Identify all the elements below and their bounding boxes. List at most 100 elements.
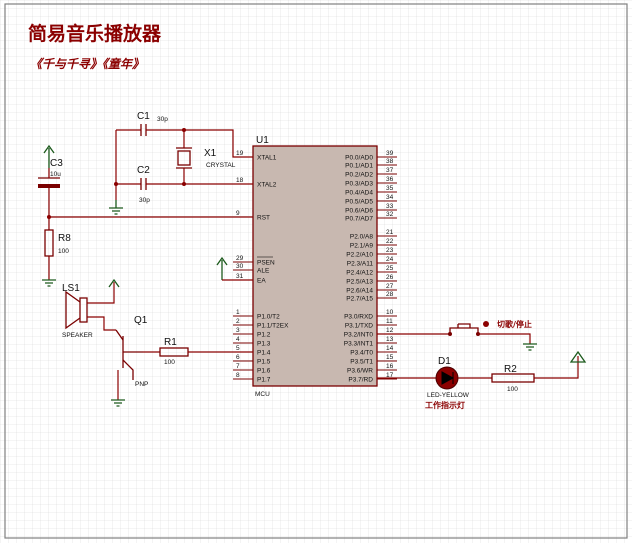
pin-name: P3.0/RXD — [344, 314, 373, 321]
q1-value: PNP — [135, 381, 148, 388]
pin-number: 39 — [386, 150, 394, 157]
pin-name: P1.4 — [257, 350, 271, 357]
pin-name: P0.2/AD2 — [345, 172, 373, 179]
r8-ref: R8 — [58, 233, 71, 244]
pin-number: 1 — [236, 309, 240, 316]
q1-ref: Q1 — [134, 315, 148, 326]
c2-ref: C2 — [137, 165, 150, 176]
pin-number: 35 — [386, 185, 394, 192]
r2-value: 100 — [507, 386, 518, 393]
pin-number: 19 — [236, 150, 244, 157]
pin-name: P1.6 — [257, 368, 271, 375]
pin-name: P3.2/INT0 — [344, 332, 374, 339]
r1-value: 100 — [164, 359, 175, 366]
pin-name: P2.4/A12 — [346, 270, 373, 277]
mcu-value: MCU — [255, 391, 270, 398]
junction-dot — [182, 128, 186, 132]
mcu-ref: U1 — [256, 135, 269, 146]
page-subtitle: 《千与千寻》《童年》 — [30, 57, 144, 71]
switch-label: 切歌/停止 — [497, 319, 532, 329]
pin-number: 22 — [386, 238, 394, 245]
pin-name: PSEN — [257, 260, 275, 267]
pin-number: 29 — [236, 255, 244, 262]
pin-number: 31 — [236, 273, 244, 280]
pin-number: 26 — [386, 274, 394, 281]
pin-name: P3.7/RD — [348, 377, 373, 384]
pin-name: P0.5/AD5 — [345, 199, 373, 206]
pin-number: 25 — [386, 265, 394, 272]
pin-name: P2.3/A11 — [347, 261, 374, 268]
pin-number: 12 — [386, 327, 394, 334]
pin-name: P3.3/INT1 — [344, 341, 374, 348]
r8-value: 100 — [58, 248, 69, 255]
pin-name: XTAL2 — [257, 182, 277, 189]
pin-number: 3 — [236, 327, 240, 334]
pin-name: P1.5 — [257, 359, 271, 366]
pin-name: P3.6/WR — [347, 368, 373, 375]
pin-number: 6 — [236, 354, 240, 361]
x1-ref: X1 — [204, 148, 217, 159]
c3-value: 10u — [50, 171, 61, 178]
c1-value: 30p — [157, 116, 168, 123]
pin-number: 4 — [236, 336, 240, 343]
pin-number: 18 — [236, 177, 244, 184]
r1-ref: R1 — [164, 337, 177, 348]
pin-number: 10 — [386, 309, 394, 316]
pin-number: 32 — [386, 211, 394, 218]
pin-number: 8 — [236, 372, 240, 379]
pin-number: 28 — [386, 291, 394, 298]
pin-name: P3.1/TXD — [345, 323, 373, 330]
pin-name: EA — [257, 278, 266, 285]
pin-name: P0.6/AD6 — [345, 208, 373, 215]
pin-number: 38 — [386, 158, 394, 165]
pin-number: 34 — [386, 194, 394, 201]
pin-number: 15 — [386, 354, 394, 361]
pin-number: 24 — [386, 256, 394, 263]
c1-ref: C1 — [137, 111, 150, 122]
pin-name: P2.6/A14 — [346, 288, 373, 295]
c2-value: 30p — [139, 197, 150, 204]
pin-number: 5 — [236, 345, 240, 352]
pin-number: 2 — [236, 318, 240, 325]
pin-number: 16 — [386, 363, 394, 370]
pin-number: 30 — [236, 263, 244, 270]
pin-number: 36 — [386, 176, 394, 183]
pin-number: 7 — [236, 363, 240, 370]
pin-name: P0.0/AD0 — [345, 155, 373, 162]
d1-value: LED-YELLOW — [427, 392, 470, 399]
mcu-u1: U1 MCU 19XTAL118XTAL29RST29PSEN30ALE31EA… — [233, 135, 397, 398]
pin-name: P1.1/T2EX — [257, 323, 289, 330]
pin-number: 14 — [386, 345, 394, 352]
ls1-value: SPEAKER — [62, 332, 93, 339]
pin-name: P0.7/AD7 — [345, 216, 373, 223]
junction-dot — [114, 182, 118, 186]
x1-value: CRYSTAL — [206, 162, 236, 169]
pin-name: P0.4/AD4 — [345, 190, 373, 197]
pin-number: 9 — [236, 210, 240, 217]
schematic-canvas: 简易音乐播放器 《千与千寻》《童年》 U1 MCU 19XTAL118XTAL2… — [0, 0, 632, 543]
pin-name: P1.0/T2 — [257, 314, 280, 321]
pin-number: 33 — [386, 203, 394, 210]
pin-name: XTAL1 — [257, 155, 277, 162]
pin-name: P0.3/AD3 — [345, 181, 373, 188]
pin-name: P1.3 — [257, 341, 271, 348]
pin-number: 11 — [386, 318, 393, 325]
d1-ref: D1 — [438, 356, 451, 367]
c3-ref: C3 — [50, 158, 63, 169]
led-label: 工作指示灯 — [425, 400, 465, 410]
switch-contact — [448, 332, 452, 336]
pin-name: RST — [257, 215, 270, 222]
pin-name: P2.1/A9 — [350, 243, 374, 250]
pin-name: P2.2/A10 — [346, 252, 373, 259]
pin-name: P1.2 — [257, 332, 271, 339]
pin-name: ALE — [257, 268, 270, 275]
ls1-ref: LS1 — [62, 283, 80, 294]
pin-name: P1.7 — [257, 377, 271, 384]
junction-dot — [182, 182, 186, 186]
page-title: 简易音乐播放器 — [28, 22, 162, 45]
junction-dot — [47, 215, 51, 219]
pin-number: 23 — [386, 247, 394, 254]
pin-name: P3.4/T0 — [350, 350, 373, 357]
pin-name: P3.5/T1 — [350, 359, 373, 366]
pin-number: 21 — [386, 229, 394, 236]
